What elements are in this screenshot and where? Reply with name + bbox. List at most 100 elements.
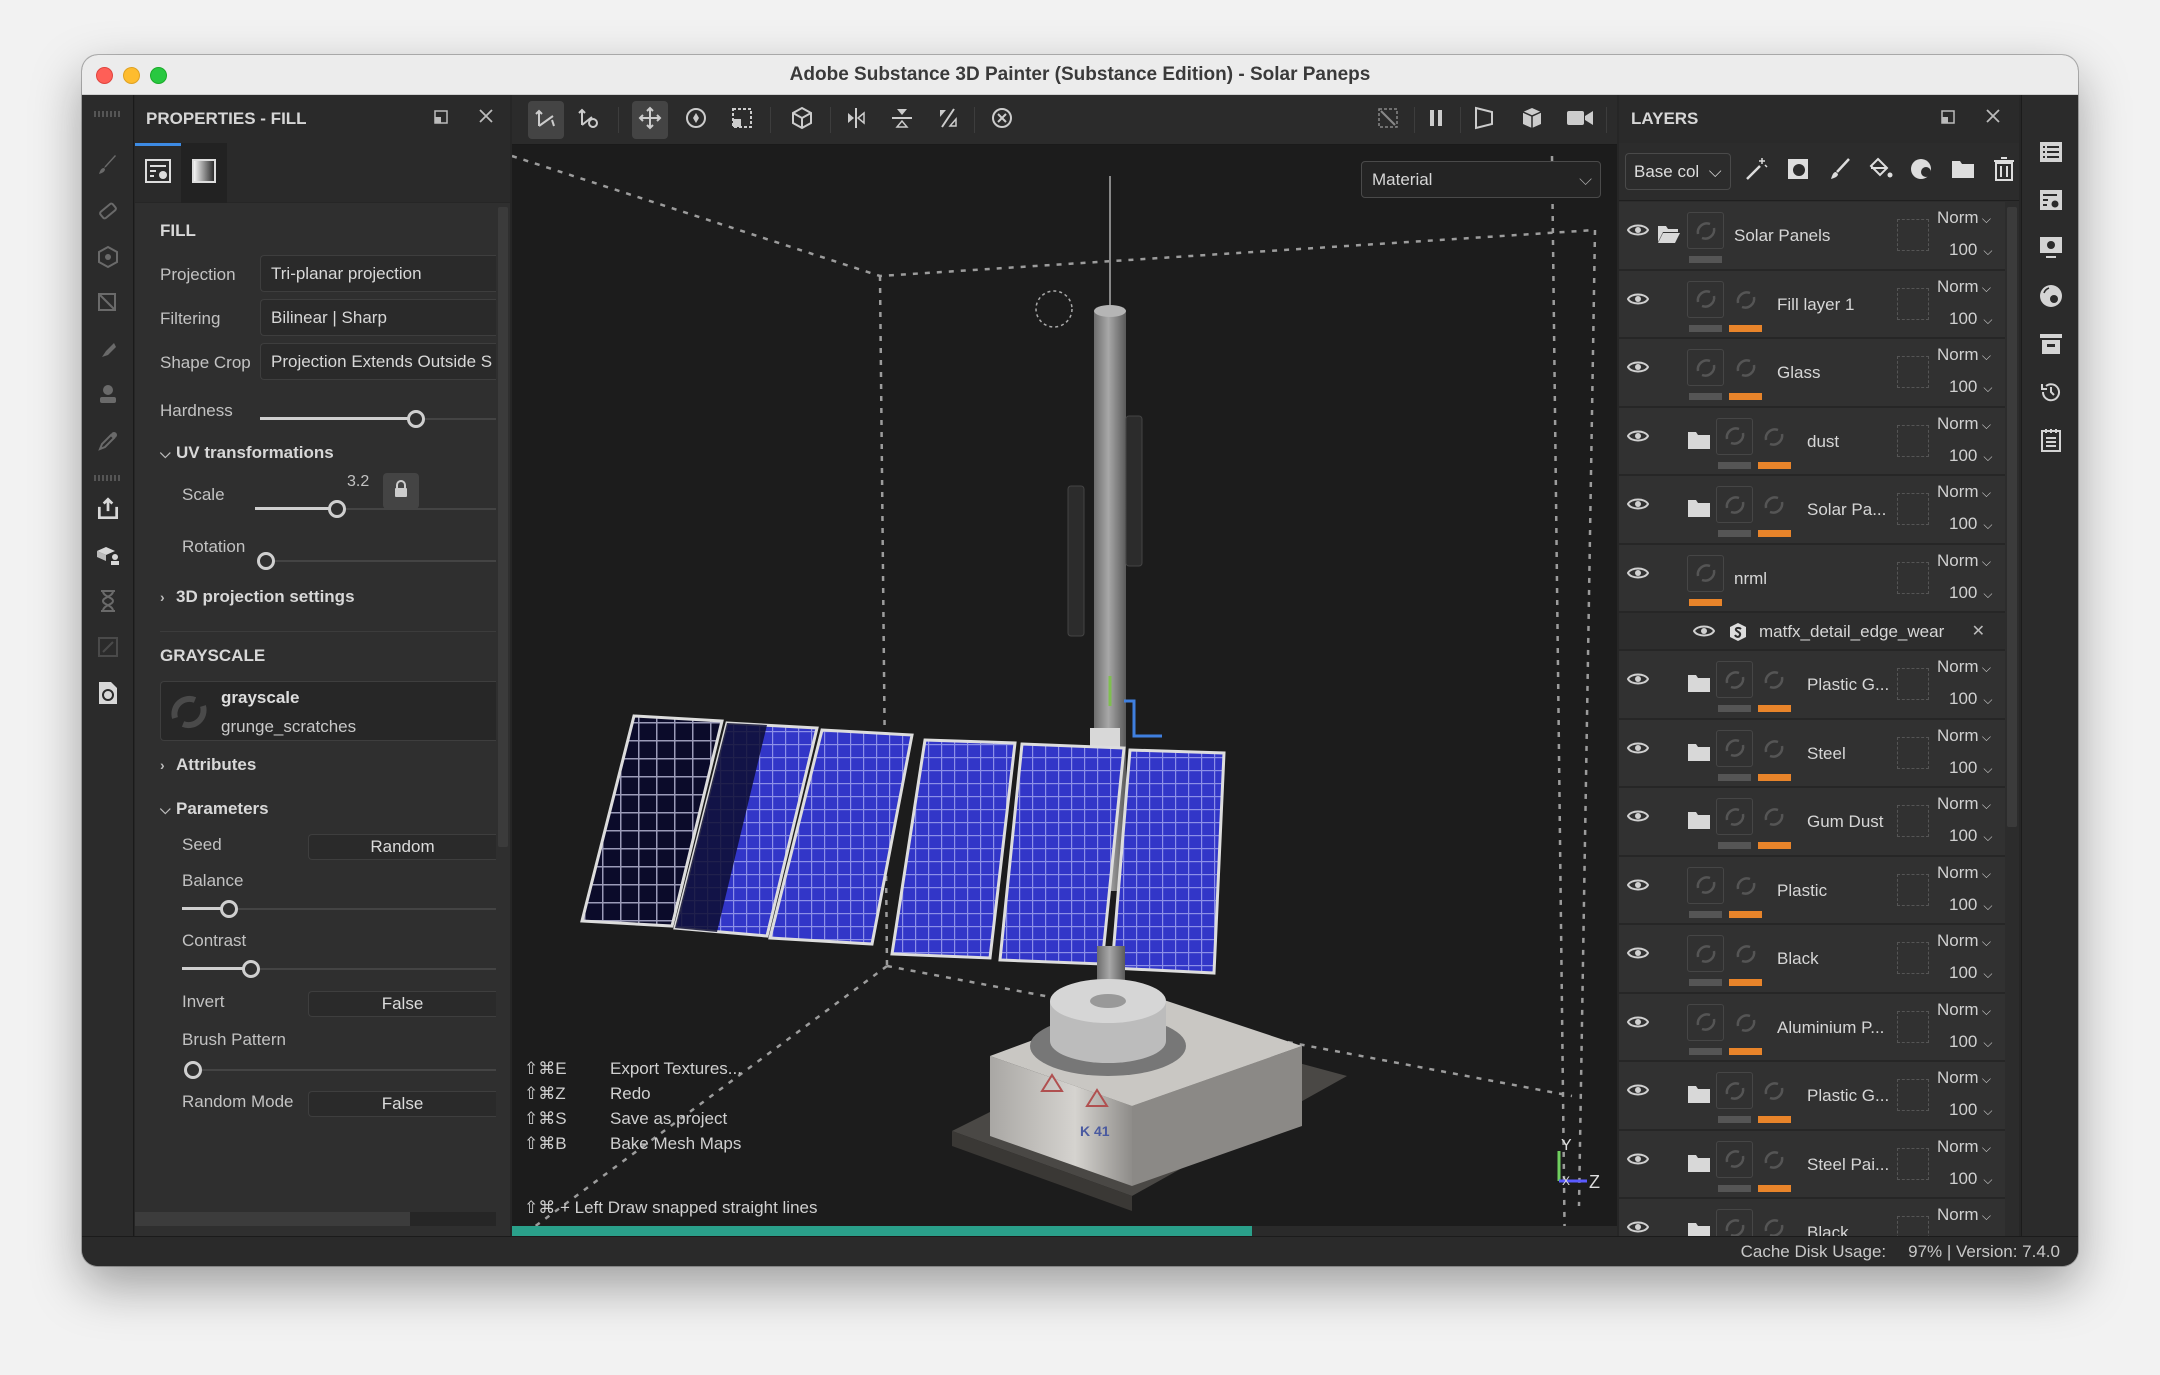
transform-settings-button[interactable] [572,101,608,139]
bake-icon[interactable] [94,541,122,569]
layer-row[interactable]: nrml Norm ⌵ 100 ⌵ [1619,544,2005,613]
layer-name[interactable]: Black [1777,949,1819,969]
layer-row[interactable]: Steel Pai... Norm ⌵ 100 ⌵ [1619,1130,2005,1199]
hide-ui-button[interactable] [1370,101,1406,139]
rotate-button[interactable] [678,101,714,139]
layer-row[interactable]: Gum Dust Norm ⌵ 100 ⌵ [1619,788,2005,857]
slider-knob[interactable] [242,960,261,978]
paint-brush-icon[interactable] [94,151,122,179]
eye-icon[interactable] [1626,877,1650,898]
mask-slot[interactable] [1897,805,1929,837]
layer-row[interactable]: dust Norm ⌵ 100 ⌵ [1619,407,2005,476]
blend-mode-dropdown[interactable]: Norm ⌵ [1937,1205,1991,1225]
layer-transform-button[interactable] [528,101,564,139]
layer-name[interactable]: Plastic [1777,881,1827,901]
log-button[interactable] [2036,427,2066,457]
undock-icon[interactable] [434,109,448,129]
blend-mode-dropdown[interactable]: Norm ⌵ [1937,414,1991,434]
add-folder-button[interactable] [1949,157,1978,187]
layers-panel-button[interactable] [2036,139,2066,169]
opacity-dropdown[interactable]: 100 ⌵ [1949,895,1992,915]
rotation-slider[interactable] [257,551,496,571]
layer-name[interactable]: Steel [1807,744,1846,764]
layer-name[interactable]: Fill layer 1 [1777,295,1854,315]
attributes-title[interactable]: Attributes [176,755,256,774]
layer-name[interactable]: Black... [1807,1223,1863,1236]
opacity-dropdown[interactable]: 100 ⌵ [1949,963,1992,983]
smudge-icon[interactable] [94,335,122,363]
chevron-down-icon[interactable]: ⌵ [160,801,176,818]
eye-icon[interactable] [1626,359,1650,380]
blend-mode-dropdown[interactable]: Norm ⌵ [1937,794,1991,814]
eye-icon[interactable] [1626,1082,1650,1103]
layer-row[interactable]: Solar Pa... Norm ⌵ 100 ⌵ [1619,476,2005,545]
layer-row[interactable]: Plastic G... Norm ⌵ 100 ⌵ [1619,651,2005,720]
blend-mode-dropdown[interactable]: Norm ⌵ [1937,657,1991,677]
horizontal-scrollbar[interactable] [135,1212,496,1226]
eye-icon[interactable] [1626,222,1650,243]
folder-icon[interactable] [1687,1153,1711,1173]
mask-slot[interactable] [1897,493,1929,525]
drag-handle[interactable] [94,475,122,481]
eye-icon[interactable] [1626,565,1650,586]
3d-projection-settings-title[interactable]: 3D projection settings [176,587,355,606]
mask-slot[interactable] [1897,942,1929,974]
opacity-dropdown[interactable]: 100 ⌵ [1949,309,1992,329]
close-panel-icon[interactable] [1985,108,2001,129]
opacity-dropdown[interactable]: 100 ⌵ [1949,377,1992,397]
chevron-down-icon[interactable]: ⌵ [160,445,176,462]
slider-knob[interactable] [220,900,239,918]
pause-render-button[interactable] [1418,101,1454,139]
folder-icon[interactable] [1687,1084,1711,1104]
layer-row[interactable]: Black...Norm ⌵100⌵ [1619,1199,2005,1236]
eye-icon[interactable] [1626,671,1650,692]
blend-mode-dropdown[interactable]: Norm ⌵ [1937,345,1991,365]
polygon-fill-icon[interactable] [94,289,122,317]
layer-name[interactable]: dust [1807,432,1839,452]
eye-icon[interactable] [1626,808,1650,829]
eye-icon[interactable] [1626,1014,1650,1035]
layer-name[interactable]: Glass [1777,363,1820,383]
minimize-window-button[interactable] [123,67,140,84]
display-settings-button[interactable] [2036,235,2066,265]
add-effect-button[interactable] [1743,157,1772,187]
folder-icon[interactable] [1687,430,1711,450]
eye-icon[interactable] [1692,623,1716,644]
layer-name[interactable]: Plastic G... [1807,675,1889,695]
layer-row[interactable]: Solar Panels Norm ⌵ 100 ⌵ [1619,202,2005,271]
viewport[interactable]: K 41 Material ⌵ ⇧⌘E Export Textures... ⇧⌘… [512,95,1644,1266]
mask-slot[interactable] [1897,1216,1929,1236]
opacity-dropdown[interactable]: 100 ⌵ [1949,1032,1992,1052]
opacity-dropdown[interactable]: 100 ⌵ [1949,514,1992,534]
blend-mode-dropdown[interactable]: Norm ⌵ [1937,726,1991,746]
hardness-slider[interactable] [260,409,496,429]
balance-slider[interactable] [182,899,496,919]
mask-slot[interactable] [1897,356,1929,388]
invert-toggle[interactable]: False [308,991,496,1017]
eye-icon[interactable] [1626,1151,1650,1172]
close-panel-icon[interactable] [478,108,494,129]
blend-mode-dropdown[interactable]: Norm ⌵ [1937,551,1991,571]
contrast-slider[interactable] [182,959,496,979]
update-resources-icon[interactable] [94,679,122,707]
slider-knob[interactable] [184,1061,202,1079]
hourglass-icon[interactable] [94,587,122,615]
mask-slot[interactable] [1897,561,1929,594]
layer-row[interactable]: Aluminium P... Norm ⌵ 100 ⌵ [1619,993,2005,1062]
vertical-scrollbar[interactable] [498,207,508,847]
color-picker-icon[interactable] [94,427,122,455]
layer-name[interactable]: Steel Pai... [1807,1155,1889,1175]
symmetry-x-button[interactable] [838,101,874,139]
blend-mode-dropdown[interactable]: Norm ⌵ [1937,1000,1991,1020]
symmetry-y-button[interactable] [884,101,920,139]
folder-icon[interactable] [1687,810,1711,830]
eye-icon[interactable] [1626,945,1650,966]
history-button[interactable] [2036,379,2066,409]
folder-icon[interactable] [1687,742,1711,762]
mask-slot[interactable] [1897,1147,1929,1180]
reset-transform-button[interactable] [984,101,1020,139]
eye-icon[interactable] [1626,291,1650,312]
zoom-window-button[interactable] [150,67,167,84]
eye-icon[interactable] [1626,1219,1650,1236]
mask-slot[interactable] [1897,1010,1929,1043]
